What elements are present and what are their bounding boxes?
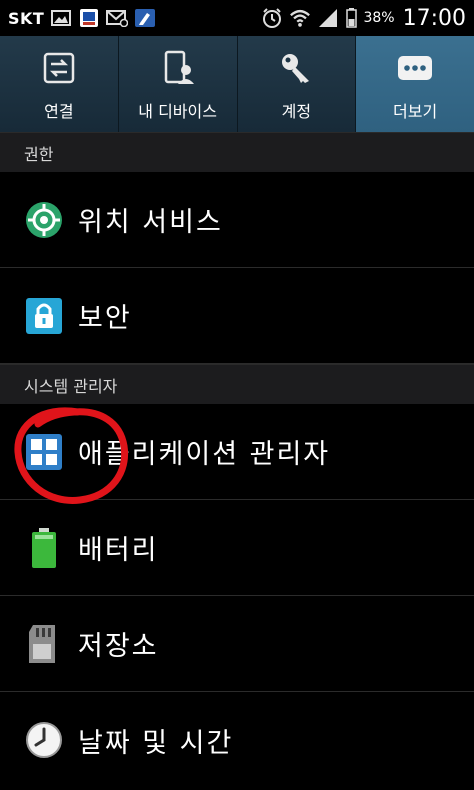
device-icon [158, 48, 198, 88]
tab-label: 더보기 [393, 102, 438, 121]
section-header-system-manager: 시스템 관리자 [0, 364, 474, 404]
tab-my-device[interactable]: 내 디바이스 [119, 36, 238, 132]
clock-icon [24, 720, 64, 760]
carrier-label: SKT [8, 8, 45, 28]
settings-item-label: 위치 서비스 [78, 207, 223, 238]
tab-connection[interactable]: 연결 [0, 36, 119, 132]
key-icon [276, 48, 316, 88]
app-grid-icon [24, 432, 64, 472]
email-icon [106, 8, 129, 28]
alarm-icon [261, 8, 283, 28]
settings-item-security[interactable]: 보안 [0, 268, 474, 364]
settings-tab-bar: 연결 내 디바이스 계정 더보기 [0, 36, 474, 132]
settings-item-storage[interactable]: 저장소 [0, 596, 474, 692]
lock-icon [24, 296, 64, 336]
status-bar: SKT 38% 17:00 [0, 0, 474, 36]
settings-item-label: 보안 [78, 303, 132, 334]
settings-item-application-manager[interactable]: 애플리케이션 관리자 [0, 404, 474, 500]
tab-accounts[interactable]: 계정 [238, 36, 357, 132]
settings-item-date-time[interactable]: 날짜 및 시간 [0, 692, 474, 788]
app-notification-icon [78, 8, 100, 28]
tab-more[interactable]: 더보기 [356, 36, 474, 132]
settings-item-label: 날짜 및 시간 [78, 727, 234, 759]
section-header-permissions: 권한 [0, 132, 474, 172]
battery-percent: 38% [363, 10, 395, 26]
wifi-icon [289, 8, 311, 28]
settings-item-label: 저장소 [78, 631, 159, 662]
connection-icon [39, 48, 79, 88]
sd-card-icon [24, 624, 64, 664]
gallery-icon [50, 8, 72, 28]
settings-item-location[interactable]: 위치 서비스 [0, 172, 474, 268]
settings-item-battery[interactable]: 배터리 [0, 500, 474, 596]
battery-green-icon [24, 527, 64, 568]
more-icon [395, 48, 435, 88]
battery-icon [345, 8, 357, 28]
location-icon [24, 200, 64, 240]
tab-label: 계정 [281, 102, 312, 121]
edit-icon [134, 8, 156, 28]
tab-label: 연결 [44, 102, 74, 121]
settings-item-label: 애플리케이션 관리자 [78, 439, 331, 470]
clock-time: 17:00 [402, 5, 466, 31]
tab-label: 내 디바이스 [138, 102, 217, 121]
settings-item-label: 배터리 [78, 535, 159, 566]
signal-icon [317, 8, 339, 28]
